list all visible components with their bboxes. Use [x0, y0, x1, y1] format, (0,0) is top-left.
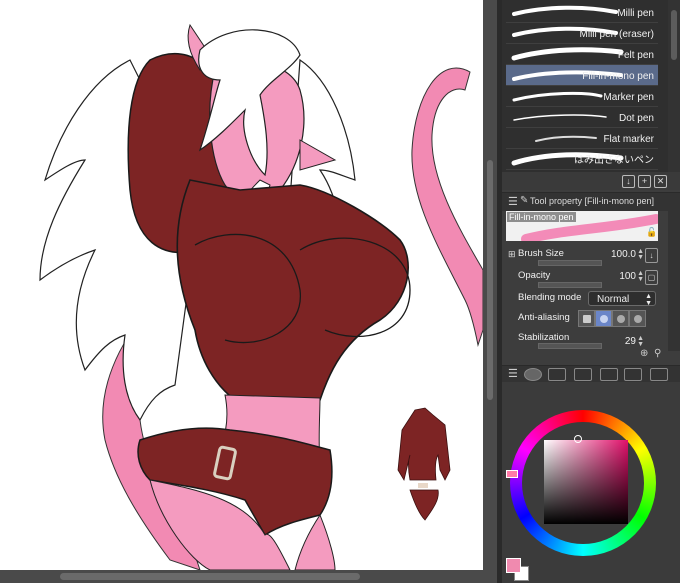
tool-property-header: ☰ ✎ Tool property [Fill-in-mono pen] [502, 192, 680, 211]
brush-size-spinner[interactable]: ▲ ▼ [637, 248, 644, 261]
tab-color-slider[interactable] [548, 368, 566, 381]
brush-label: Marker pen [603, 92, 654, 103]
tool-property-title: Tool property [Fill-in-mono pen] [530, 196, 655, 206]
anti-aliasing-medium-button[interactable] [612, 310, 629, 327]
brush-size-value[interactable]: 100.0 [611, 249, 636, 260]
sub-tool-scrollbar[interactable] [668, 0, 680, 172]
brush-item-milli-pen[interactable]: Milli pen [506, 2, 658, 23]
brush-item-hamidasanai-pen[interactable]: はみ出さないペン [506, 149, 658, 170]
anti-aliasing-weak-button[interactable] [595, 310, 612, 327]
hue-marker[interactable] [506, 470, 518, 478]
menu-icon[interactable]: ☰ [508, 367, 518, 380]
brush-label: Felt pen [617, 50, 654, 61]
stabilization-slider[interactable] [538, 343, 602, 349]
tab-color-wheel[interactable] [524, 368, 542, 381]
anti-aliasing-strong-button[interactable] [629, 310, 646, 327]
duplicate-icon[interactable]: + [638, 175, 651, 188]
brush-label: Milli pen (eraser) [579, 29, 654, 40]
anti-aliasing-row: Anti-aliasing [508, 310, 658, 330]
brush-label: Fill-in-mono pen [582, 71, 654, 82]
expand-icon[interactable]: ⊞ [508, 249, 516, 260]
sub-tool-list: Milli pen Milli pen (eraser) Felt pen Fi… [502, 0, 668, 172]
anti-aliasing-none-button[interactable] [578, 310, 595, 327]
blending-mode-label: Blending mode [518, 292, 582, 303]
stabilization-row: Stabilization 29 ▲ ▼ [508, 330, 658, 350]
brush-size-label: Brush Size [518, 248, 564, 259]
canvas-vertical-scrollbar[interactable] [483, 0, 497, 570]
canvas-horizontal-scrollbar[interactable] [0, 570, 497, 583]
stabilization-label: Stabilization [518, 332, 570, 343]
canvas-artwork [39, 23, 483, 570]
blending-mode-select[interactable]: Normal ▲ ▼ [588, 291, 656, 307]
brush-item-milli-pen-eraser[interactable]: Milli pen (eraser) [506, 23, 658, 44]
brush-label: Flat marker [603, 134, 654, 145]
brush-item-felt-pen[interactable]: Felt pen [506, 44, 658, 65]
wrench-icon[interactable]: ✎ [520, 195, 528, 206]
search-icon[interactable]: ⚲ [654, 348, 661, 359]
brush-label: Dot pen [618, 113, 654, 124]
menu-icon[interactable]: ☰ [508, 195, 518, 208]
opacity-slider[interactable] [538, 282, 602, 288]
opacity-row: Opacity 100 ▲ ▼ ▢ [508, 268, 658, 288]
brush-item-fill-in-mono-pen[interactable]: Fill-in-mono pen [506, 65, 658, 86]
brush-size-slider[interactable] [538, 260, 602, 266]
opacity-spinner[interactable]: ▲ ▼ [637, 270, 644, 283]
brush-label: Milli pen [617, 8, 654, 19]
blending-mode-row: Blending mode Normal ▲ ▼ [508, 290, 658, 310]
sub-tool-toolbar: ↓ + ✕ [502, 172, 680, 190]
tab-color-set[interactable] [574, 368, 592, 381]
opacity-label: Opacity [518, 270, 551, 281]
download-icon[interactable]: ↓ [622, 175, 635, 188]
main-color-swatch[interactable] [506, 558, 521, 573]
chevron-updown-icon: ▲ ▼ [645, 293, 652, 307]
brush-preview-name: Fill-in-mono pen [507, 212, 576, 222]
tab-approximate-color[interactable] [624, 368, 642, 381]
canvas-vertical-scroll-thumb[interactable] [487, 160, 493, 400]
tab-color-history[interactable] [650, 368, 668, 381]
drawing-canvas[interactable] [0, 0, 483, 570]
right-panel: Milli pen Milli pen (eraser) Felt pen Fi… [502, 0, 680, 583]
brush-preview: Fill-in-mono pen [506, 211, 661, 244]
color-picker-marker[interactable] [574, 435, 582, 443]
brush-item-flat-marker[interactable]: Flat marker [506, 128, 658, 149]
stabilization-spinner[interactable]: ▲ ▼ [637, 335, 644, 348]
stabilization-value[interactable]: 29 [625, 336, 636, 347]
tab-intermediate-color[interactable] [600, 368, 618, 381]
tool-property-scrollbar[interactable] [668, 211, 680, 351]
color-panel-tabs: ☰ [502, 365, 680, 382]
lock-icon[interactable]: 🔓 [646, 227, 657, 238]
pen-pressure-icon[interactable]: ↓ [645, 248, 658, 263]
blending-mode-value: Normal [597, 294, 630, 305]
opacity-settings-icon[interactable]: ▢ [645, 270, 658, 285]
brush-item-marker-pen[interactable]: Marker pen [506, 86, 658, 107]
brush-item-dot-pen[interactable]: Dot pen [506, 107, 658, 128]
canvas-horizontal-scroll-thumb[interactable] [60, 573, 360, 580]
brush-label: はみ出さないペン [574, 155, 654, 166]
delete-icon[interactable]: ✕ [654, 175, 667, 188]
sub-tool-scroll-thumb[interactable] [671, 10, 677, 60]
brush-size-row: ⊞ Brush Size 100.0 ▲ ▼ ↓ [508, 246, 658, 266]
anti-aliasing-label: Anti-aliasing [518, 312, 570, 323]
saturation-value-square[interactable] [544, 440, 628, 524]
color-wheel-panel [502, 382, 680, 583]
opacity-value[interactable]: 100 [619, 271, 636, 282]
down-arrow-icon[interactable]: ⊕ [640, 348, 648, 359]
